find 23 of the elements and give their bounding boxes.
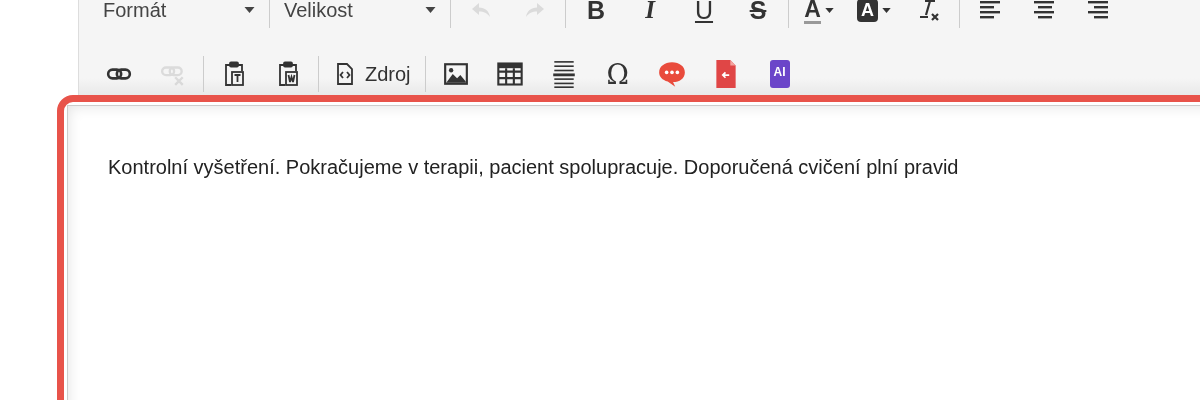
editor-content-area[interactable]: Kontrolní vyšetření. Pokračujeme v terapii, pacient spolupracuje. Doporučená cvičení plní pravid <box>67 105 1200 400</box>
caret-icon <box>425 7 436 13</box>
strikethrough-button[interactable]: S <box>742 0 774 26</box>
image-icon <box>442 61 469 87</box>
source-button[interactable]: Zdroj <box>333 58 411 90</box>
dropdown-button[interactable]: Formát <box>103 0 255 26</box>
italic-button[interactable]: I <box>634 0 666 26</box>
text-color-button[interactable]: A <box>803 0 835 26</box>
editor-text: Kontrolní vyšetření. Pokračujeme v terapii, pacient spolupracuje. Doporučená cvičení plní pravid <box>108 156 960 179</box>
special-character-button[interactable]: Ω <box>601 58 634 90</box>
bold-button[interactable]: B <box>580 0 612 26</box>
horizontal-line-icon <box>550 60 577 88</box>
caret-icon <box>244 7 255 13</box>
paste-word-icon <box>276 61 300 87</box>
speech-bubble-icon <box>656 59 687 89</box>
table-icon <box>495 60 524 88</box>
caret-icon <box>882 7 891 13</box>
underline-button[interactable]: U <box>688 0 720 26</box>
remove-format-icon <box>917 0 941 22</box>
paste-text-icon <box>222 61 246 87</box>
dropdown-button[interactable]: Velikost <box>284 0 436 26</box>
caret-icon <box>824 7 834 13</box>
document-arrow-icon <box>714 59 737 89</box>
